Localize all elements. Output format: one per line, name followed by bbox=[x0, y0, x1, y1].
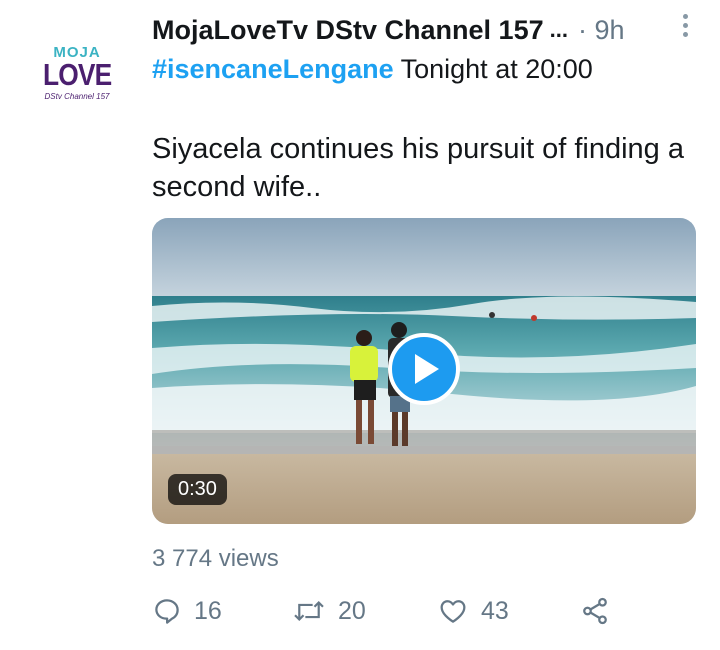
first-line-text: Tonight at 20:00 bbox=[393, 54, 593, 84]
reply-button[interactable]: 16 bbox=[152, 596, 222, 626]
tweet-header: MojaLoveTv DStv Channel 157 ... · 9h bbox=[152, 12, 690, 48]
name-truncation: ... bbox=[549, 17, 568, 42]
video-player[interactable]: 0:30 bbox=[152, 218, 696, 524]
reply-icon bbox=[155, 599, 179, 624]
view-count: 3 774 views bbox=[152, 545, 279, 572]
share-icon bbox=[583, 597, 607, 625]
like-icon bbox=[440, 600, 466, 623]
share-button[interactable] bbox=[580, 596, 610, 626]
retweet-button[interactable]: 20 bbox=[292, 596, 366, 626]
action-bar: 16 20 43 bbox=[152, 596, 622, 632]
like-count: 43 bbox=[481, 596, 509, 625]
hashtag-link[interactable]: #isencaneLengane bbox=[152, 54, 394, 84]
retweet-count: 20 bbox=[338, 596, 366, 625]
video-duration: 0:30 bbox=[168, 474, 227, 505]
reply-count: 16 bbox=[194, 596, 222, 625]
avatar[interactable]: MOJA LOVE DStv Channel 157 bbox=[26, 22, 128, 124]
play-icon[interactable] bbox=[388, 333, 460, 405]
like-button[interactable]: 43 bbox=[437, 596, 509, 626]
tweet-body: Siyacela continues his pursuit of findin… bbox=[152, 133, 684, 203]
avatar-logo-line2: LOVE bbox=[42, 56, 112, 92]
avatar-logo-line3: DStv Channel 157 bbox=[44, 91, 110, 101]
author-name[interactable]: MojaLoveTv DStv Channel 157 bbox=[152, 15, 544, 46]
retweet-icon bbox=[294, 600, 324, 622]
timestamp[interactable]: · 9h bbox=[578, 15, 625, 46]
tweet-first-line: #isencaneLengane Tonight at 20:00 bbox=[152, 54, 593, 85]
more-icon[interactable] bbox=[680, 14, 690, 37]
